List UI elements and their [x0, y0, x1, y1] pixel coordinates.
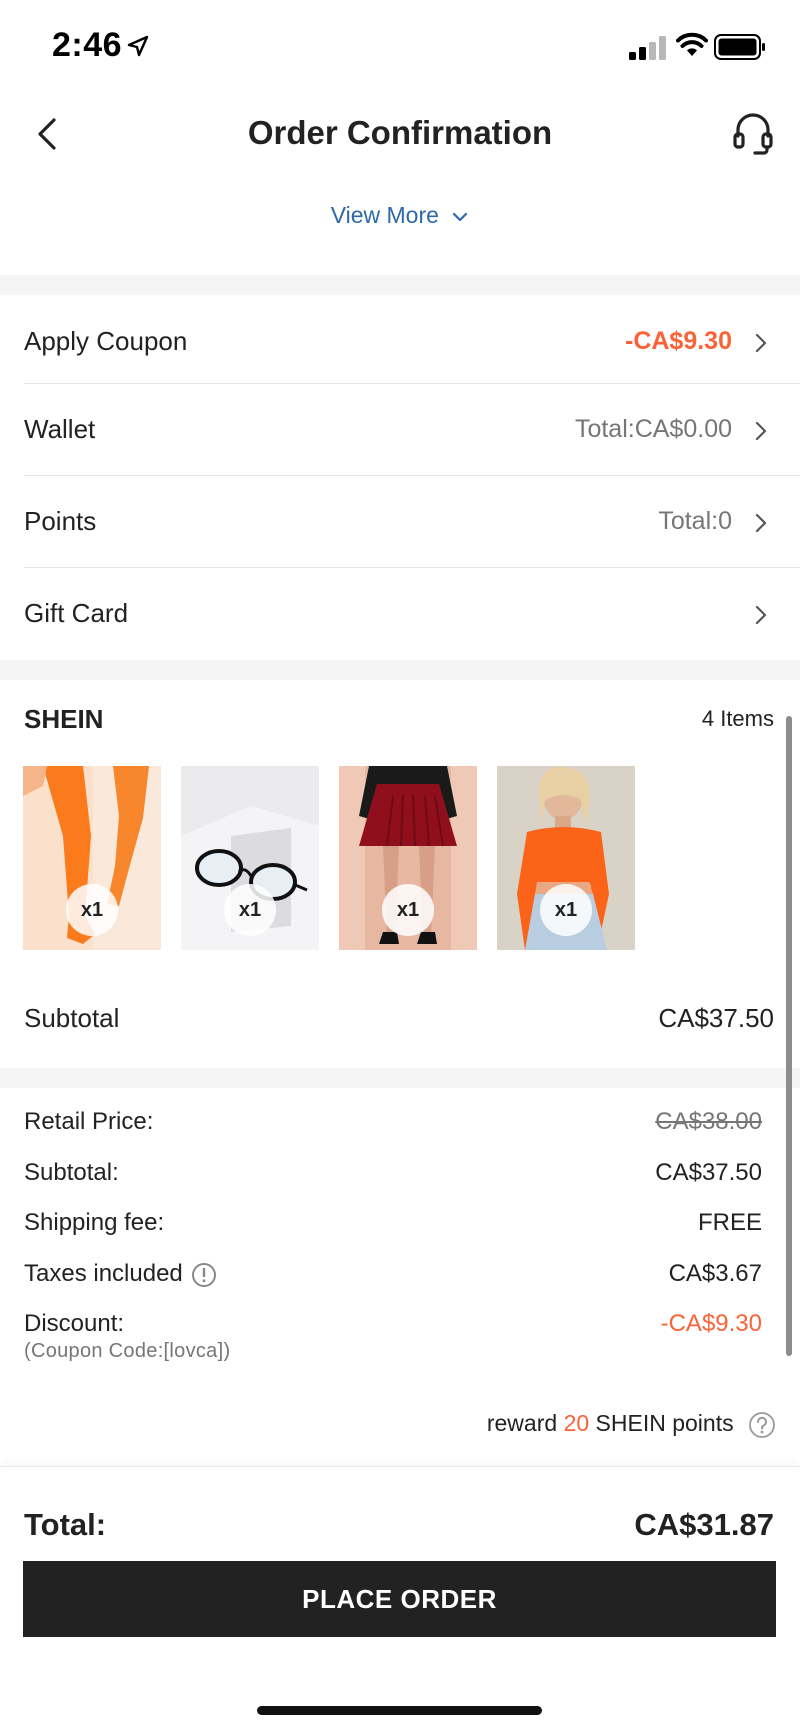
reward-points-value: 20: [563, 1410, 590, 1436]
taxes-value: CA$3.67: [668, 1260, 762, 1287]
product-thumbnail-crop-top[interactable]: x1: [497, 766, 635, 950]
points-row[interactable]: Points Total:0: [0, 476, 800, 568]
view-more-link[interactable]: View More: [0, 202, 800, 229]
info-icon[interactable]: [191, 1262, 217, 1288]
status-time: 2:46: [52, 26, 123, 64]
shipping-fee-label: Shipping fee:: [24, 1209, 165, 1236]
checkout-footer: Total: CA$31.87 PLACE ORDER: [0, 1466, 800, 1731]
wallet-row[interactable]: Wallet Total:CA$0.00: [0, 384, 800, 476]
items-count: 4 Items: [701, 706, 774, 731]
order-confirmation-screen: 2:46 Order Confirmation View More Apply …: [0, 0, 800, 1731]
chevron-right-icon: [755, 333, 767, 353]
quantity-badge: x1: [66, 884, 118, 936]
chevron-right-icon: [755, 605, 767, 625]
product-thumbnail-glasses[interactable]: x1: [181, 766, 319, 950]
apply-coupon-row[interactable]: Apply Coupon -CA$9.30: [0, 300, 800, 384]
chevron-right-icon: [755, 513, 767, 533]
quantity-badge: x1: [382, 884, 434, 936]
coupon-code-note: (Coupon Code:[lovca]): [24, 1340, 231, 1362]
reward-suffix: SHEIN points: [595, 1410, 734, 1436]
total-value: CA$31.87: [634, 1507, 774, 1542]
location-arrow-icon: [127, 35, 149, 57]
wallet-value: Total:CA$0.00: [574, 415, 732, 443]
quantity-badge: x1: [540, 884, 592, 936]
store-subtotal-value: CA$37.50: [658, 1003, 774, 1033]
gift-card-label: Gift Card: [24, 598, 129, 628]
chevron-down-icon: [453, 212, 468, 222]
discount-value: -CA$9.30: [660, 1310, 762, 1337]
taxes-label: Taxes included: [24, 1260, 183, 1287]
shipping-fee-value: FREE: [697, 1209, 762, 1236]
total-label: Total:: [24, 1507, 107, 1542]
coupon-discount-value: -CA$9.30: [625, 327, 732, 355]
nav-bar: Order Confirmation: [0, 96, 800, 176]
subtotal-label: Subtotal:: [24, 1159, 119, 1186]
taxes-row-label: Taxes included: [24, 1260, 217, 1288]
reward-prefix: reward: [486, 1410, 558, 1436]
home-indicator: [257, 1706, 542, 1715]
wifi-icon: [676, 32, 708, 56]
apply-coupon-label: Apply Coupon: [24, 326, 188, 356]
section-divider: [0, 1068, 800, 1088]
store-subtotal-label: Subtotal: [24, 1003, 120, 1033]
question-icon[interactable]: [748, 1411, 776, 1439]
cellular-signal-icon: [629, 36, 666, 60]
wallet-label: Wallet: [24, 414, 96, 444]
battery-icon: [714, 34, 765, 60]
chevron-right-icon: [755, 421, 767, 441]
section-divider: [0, 660, 800, 680]
retail-price-value: CA$38.00: [655, 1108, 762, 1135]
scrollbar[interactable]: [786, 716, 792, 1356]
discount-label: Discount:: [24, 1310, 125, 1337]
points-value: Total:0: [658, 507, 732, 535]
points-label: Points: [24, 506, 97, 536]
place-order-button[interactable]: PLACE ORDER: [23, 1561, 776, 1637]
product-thumbnail-stockings[interactable]: x1: [23, 766, 161, 950]
retail-price-label: Retail Price:: [24, 1108, 154, 1135]
gift-card-row[interactable]: Gift Card: [0, 568, 800, 660]
subtotal-value: CA$37.50: [655, 1159, 762, 1186]
status-bar: 2:46: [0, 0, 800, 96]
customer-support-button[interactable]: [730, 110, 776, 156]
headset-icon: [733, 113, 773, 155]
view-more-label: View More: [330, 202, 439, 228]
product-thumbnail-skirt[interactable]: x1: [339, 766, 477, 950]
reward-points-line: reward 20 SHEIN points: [487, 1410, 776, 1439]
store-name: SHEIN: [24, 704, 104, 734]
quantity-badge: x1: [224, 884, 276, 936]
section-divider: [0, 275, 800, 295]
page-title: Order Confirmation: [247, 114, 553, 151]
